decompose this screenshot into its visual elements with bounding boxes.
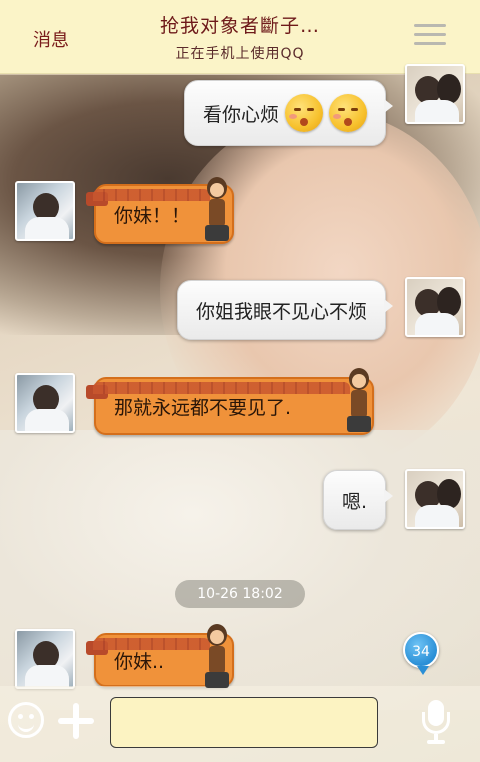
message-bubble-sent[interactable]: 你姐我眼不见心不烦	[176, 280, 394, 340]
message-input[interactable]	[110, 697, 378, 748]
contact-status: 正在手机上使用QQ	[175, 46, 305, 62]
my-avatar[interactable]	[405, 469, 465, 529]
bubble-decoration-figure-icon	[204, 177, 230, 243]
message-text: 那就永远都不要见了.	[114, 396, 292, 419]
microphone-icon[interactable]	[420, 700, 452, 744]
contact-avatar[interactable]	[15, 181, 75, 241]
my-avatar[interactable]	[405, 277, 465, 337]
my-avatar[interactable]	[405, 64, 465, 124]
contact-name[interactable]: 抢我对象者斷子…	[0, 11, 480, 38]
message-text: 看你心烦	[202, 103, 279, 126]
contact-avatar[interactable]	[15, 373, 75, 433]
message-bubble-received[interactable]: 那就永远都不要见了.	[86, 377, 374, 435]
message-text: 你妹..	[114, 650, 165, 673]
menu-icon[interactable]	[414, 24, 446, 48]
bubble-decoration-figure-icon	[204, 624, 230, 690]
message-bubble-sent[interactable]: 嗯.	[322, 470, 394, 530]
chat-header: 消息 抢我对象者斷子… 正在手机上使用QQ	[0, 0, 480, 74]
message-bubble-sent[interactable]: 看你心烦	[183, 80, 394, 146]
emoji-icon[interactable]	[8, 702, 44, 738]
message-text: 你姐我眼不见心不烦	[195, 300, 367, 323]
message-timestamp: 10-26 18:02	[175, 580, 305, 608]
bubble-decoration-figure-icon	[346, 368, 372, 434]
unread-count-badge[interactable]: 34	[403, 632, 439, 675]
message-text: 嗯.	[341, 490, 367, 513]
blush-emoji-icon	[329, 94, 367, 132]
blush-emoji-icon	[285, 94, 323, 132]
contact-avatar[interactable]	[15, 629, 75, 689]
plus-icon[interactable]	[58, 703, 94, 739]
message-text: 你妹！！	[114, 204, 191, 227]
